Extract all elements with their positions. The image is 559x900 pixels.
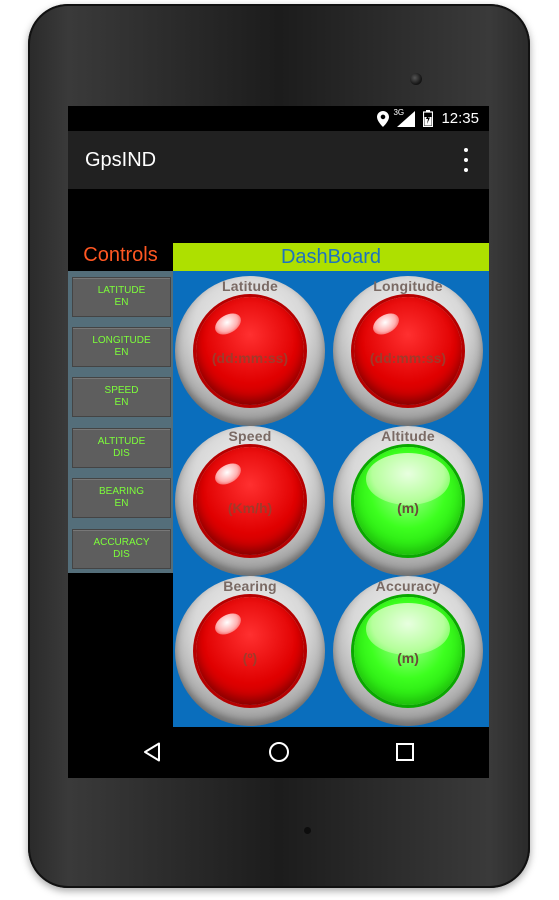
indicator-label: Longitude: [373, 278, 443, 294]
indicator-unit: (m): [397, 500, 419, 516]
indicator-unit: (m): [397, 650, 419, 666]
latitude-toggle-button[interactable]: LATITUDE EN: [72, 277, 171, 317]
dashboard-area: Latitude (dd:mm:ss) Longitude (dd:mm:ss)…: [173, 271, 489, 727]
accuracy-indicator: Accuracy (m): [331, 576, 487, 726]
controls-panel: LATITUDE EN LONGITUDE EN SPEED EN ALTITU…: [68, 271, 173, 573]
bearing-indicator: Bearing (º): [173, 576, 329, 726]
accuracy-toggle-button[interactable]: ACCURACY DIS: [72, 529, 171, 569]
signal-icon: 3G: [393, 108, 416, 127]
button-state: EN: [114, 397, 129, 408]
battery-icon: [423, 110, 434, 127]
indicator-unit: (Km/h): [227, 500, 273, 516]
button-label: ALTITUDE: [97, 436, 146, 447]
screen: 3G 12:35 GpsIND Controls LATITUDE EN LON…: [68, 106, 489, 778]
app-bar: GpsIND: [68, 131, 489, 189]
location-icon: [377, 110, 390, 127]
indicator-unit: (dd:mm:ss): [369, 350, 447, 366]
controls-title: Controls: [83, 244, 158, 266]
button-label: SPEED: [104, 385, 139, 396]
button-state: DIS: [113, 549, 130, 560]
altitude-toggle-button[interactable]: ALTITUDE DIS: [72, 428, 171, 468]
dashboard-title: DashBoard: [173, 243, 489, 271]
indicator-label: Accuracy: [375, 578, 441, 594]
overflow-menu-icon[interactable]: [457, 148, 475, 172]
indicator-label: Bearing: [223, 578, 277, 594]
indicator-unit: (dd:mm:ss): [211, 350, 289, 366]
home-icon[interactable]: [269, 742, 289, 762]
button-label: LATITUDE: [97, 285, 146, 296]
bearing-toggle-button[interactable]: BEARING EN: [72, 478, 171, 518]
button-label: BEARING: [98, 486, 144, 497]
front-camera: [410, 73, 422, 85]
button-state: EN: [114, 498, 129, 509]
network-type-label: 3G: [393, 107, 405, 117]
indicator-label: Altitude: [381, 428, 435, 444]
app-title: GpsIND: [85, 149, 157, 171]
back-icon[interactable]: [143, 742, 161, 762]
tablet-device-frame: 3G 12:35 GpsIND Controls LATITUDE EN LON…: [28, 4, 530, 888]
indicator-label: Speed: [228, 428, 272, 444]
indicator-unit: (º): [242, 650, 258, 666]
button-label: LONGITUDE: [92, 335, 151, 346]
status-bar: 3G 12:35: [68, 106, 489, 131]
latitude-indicator: Latitude (dd:mm:ss): [173, 276, 329, 426]
speed-toggle-button[interactable]: SPEED EN: [72, 377, 171, 417]
front-sensor: [304, 827, 311, 834]
button-label: ACCURACY: [93, 537, 150, 548]
longitude-toggle-button[interactable]: LONGITUDE EN: [72, 327, 171, 367]
speed-indicator: Speed (Km/h): [173, 426, 329, 576]
navigation-bar: [68, 727, 489, 778]
button-state: EN: [114, 347, 129, 358]
button-state: DIS: [113, 448, 130, 459]
indicator-label: Latitude: [221, 278, 279, 294]
altitude-indicator: Altitude (m): [331, 426, 487, 576]
status-time: 12:35: [441, 110, 479, 127]
recent-apps-icon[interactable]: [396, 743, 414, 761]
button-state: EN: [114, 297, 129, 308]
longitude-indicator: Longitude (dd:mm:ss): [331, 276, 487, 426]
